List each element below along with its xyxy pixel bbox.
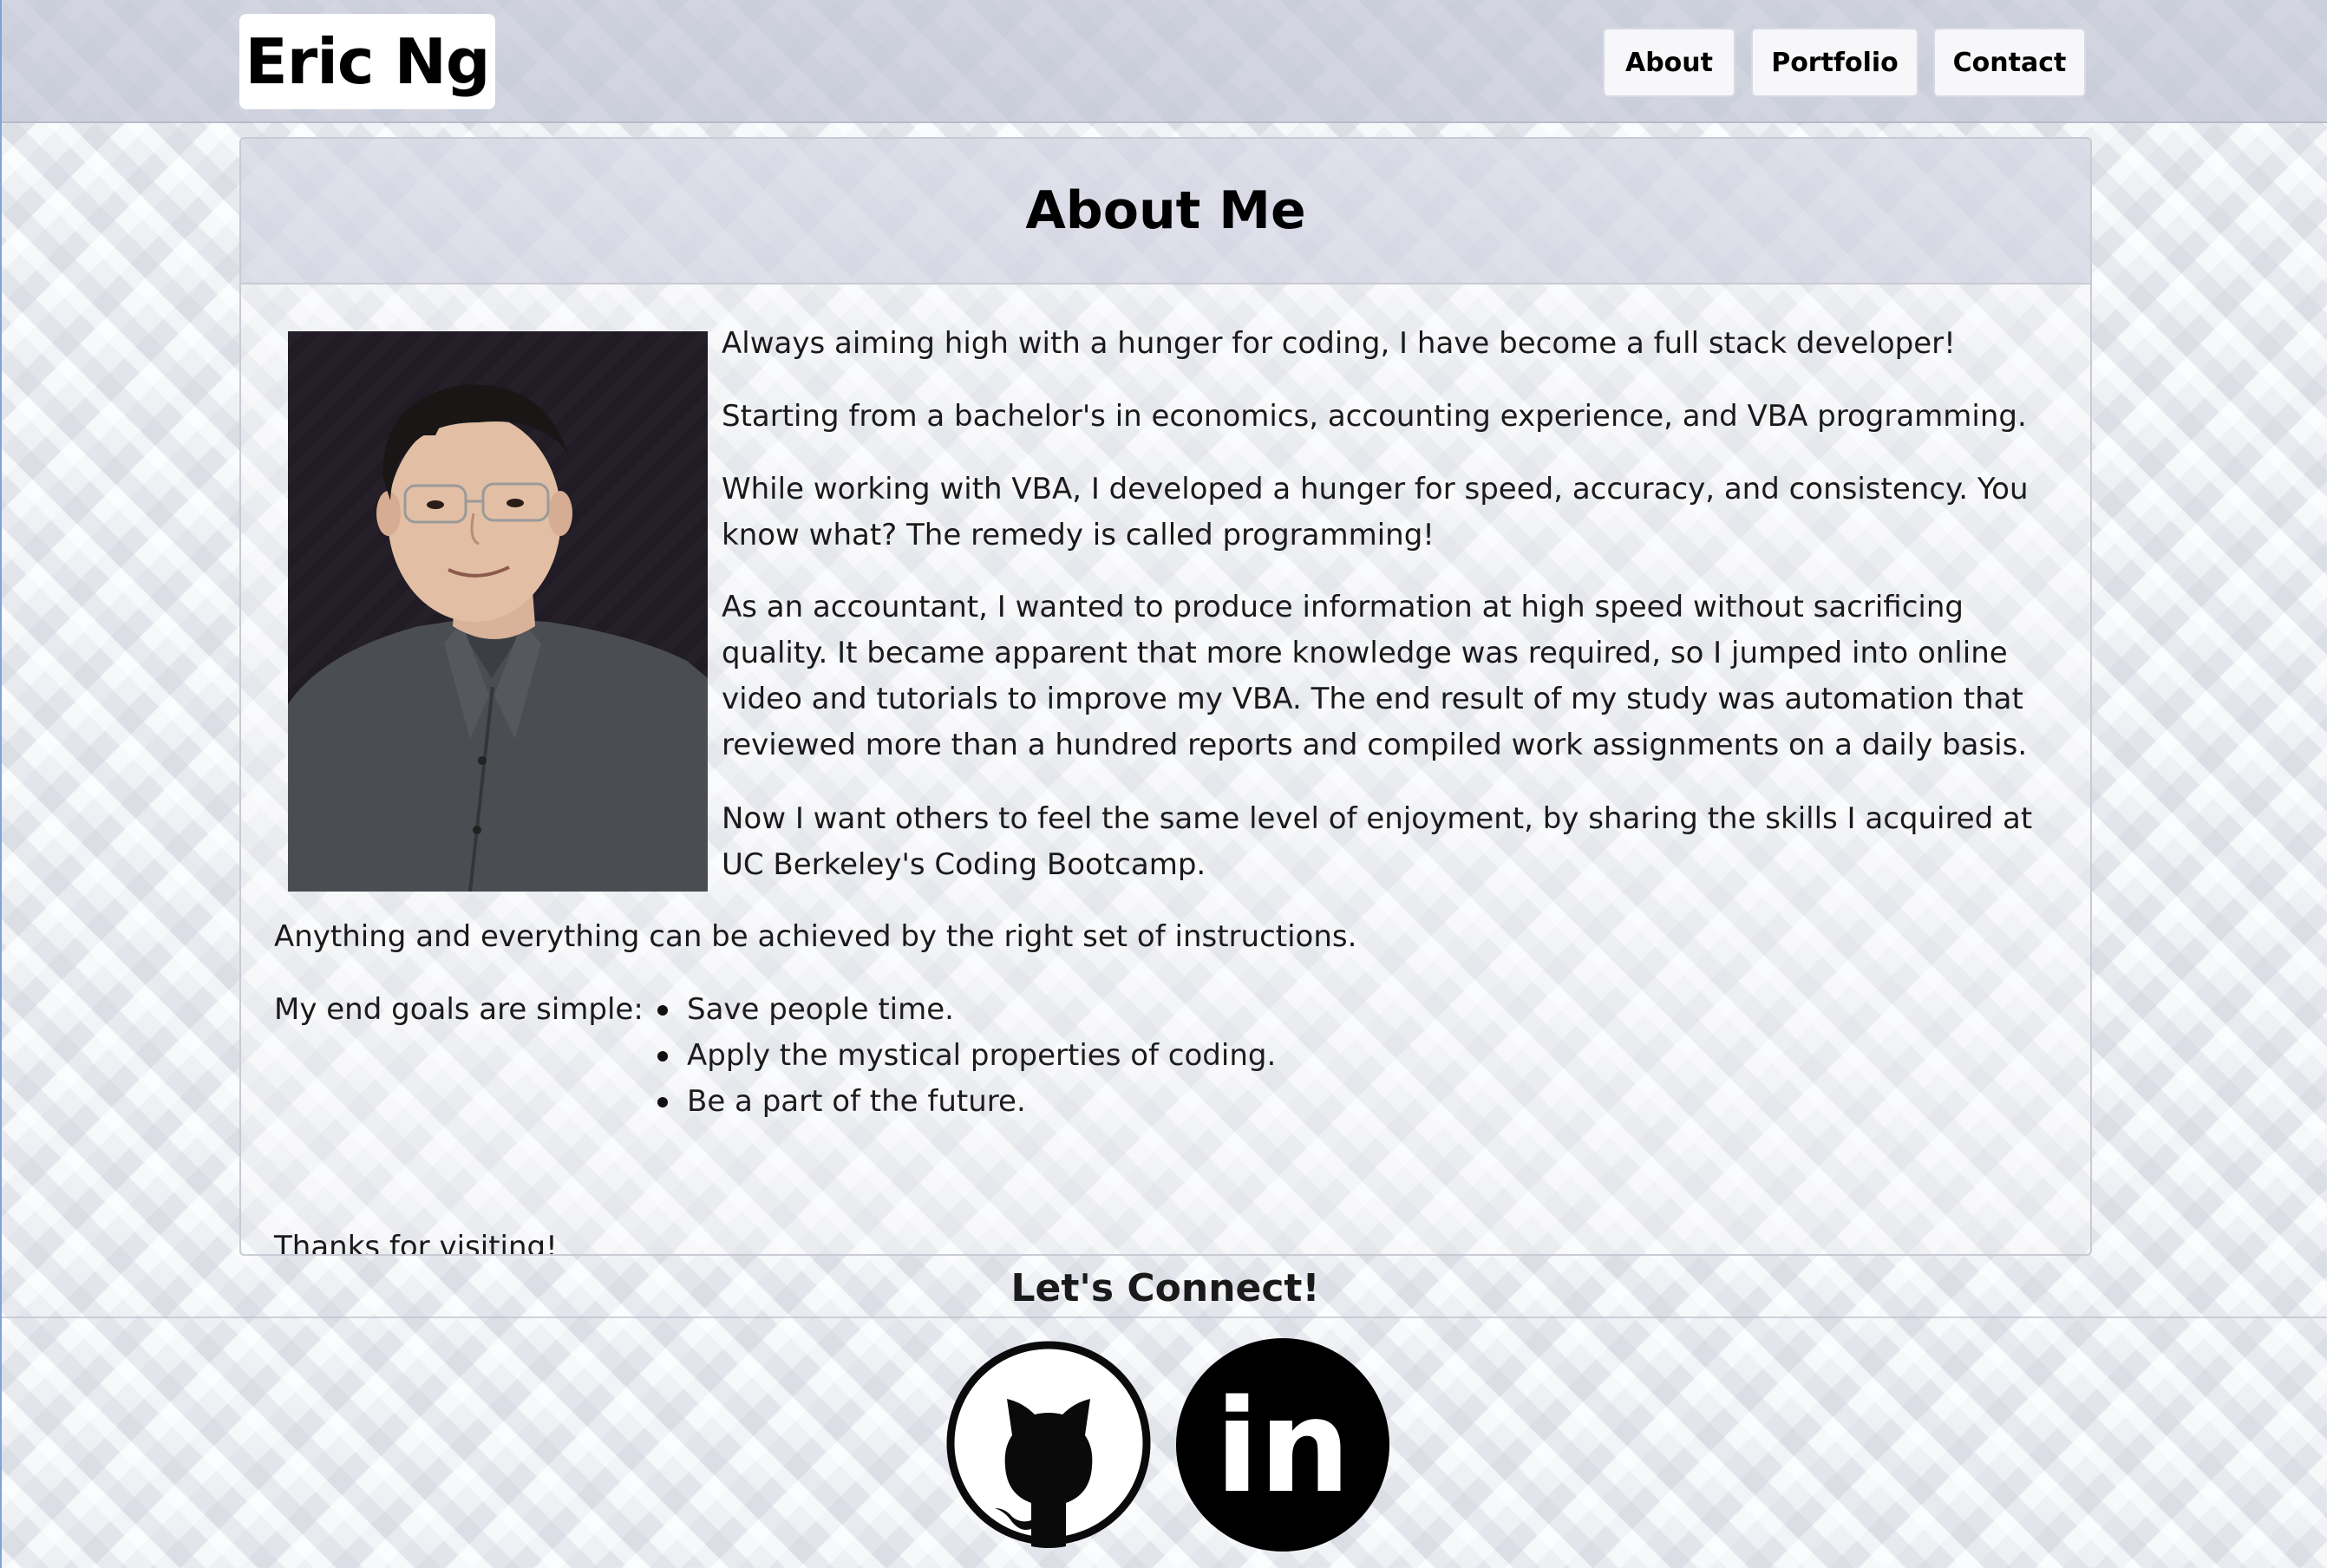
about-paragraph: Now I want others to feel the same level… xyxy=(722,801,2033,882)
linkedin-icon-text: in xyxy=(1215,1372,1350,1521)
goal-item: Be a part of the future. xyxy=(652,1079,1693,1125)
profile-photo xyxy=(288,331,708,892)
github-icon xyxy=(946,1341,1151,1548)
about-paragraph: Always aiming high with a hunger for cod… xyxy=(722,326,1956,361)
site-header: Eric Ng About Portfolio Contact xyxy=(2,0,2327,123)
about-card: About Me Always aiming high with a hunge… xyxy=(239,137,2092,1256)
footer-divider xyxy=(2,1316,2327,1318)
connect-title: Let's Connect! xyxy=(1010,1266,1320,1310)
about-paragraph: While working with VBA, I developed a hu… xyxy=(722,472,2029,552)
brand-logo[interactable]: Eric Ng xyxy=(239,14,495,109)
about-paragraph: Starting from a bachelor's in economics,… xyxy=(722,399,2027,434)
linkedin-link[interactable]: in xyxy=(1176,1338,1389,1552)
goal-item: Apply the mystical properties of coding. xyxy=(652,1033,1693,1079)
nav-about-button[interactable]: About xyxy=(1603,28,1735,97)
profile-photo-illustration xyxy=(288,331,708,892)
about-paragraph: As an accountant, I wanted to produce in… xyxy=(722,590,2028,762)
linkedin-icon: in xyxy=(1176,1338,1389,1552)
page-title: About Me xyxy=(1025,180,1306,241)
about-paragraph: Anything and everything can be achieved … xyxy=(274,919,1357,954)
goal-item: Save people time. xyxy=(652,987,1693,1033)
github-link[interactable] xyxy=(945,1338,1153,1551)
nav-contact-button[interactable]: Contact xyxy=(1933,28,2086,97)
closing-text: Thanks for visiting! xyxy=(274,1230,558,1256)
goals-list: Save people time. Apply the mystical pro… xyxy=(652,987,1693,1125)
nav-portfolio-button[interactable]: Portfolio xyxy=(1751,28,1918,97)
about-card-header: About Me xyxy=(241,139,2090,284)
goals-label: My end goals are simple: xyxy=(274,992,644,1027)
